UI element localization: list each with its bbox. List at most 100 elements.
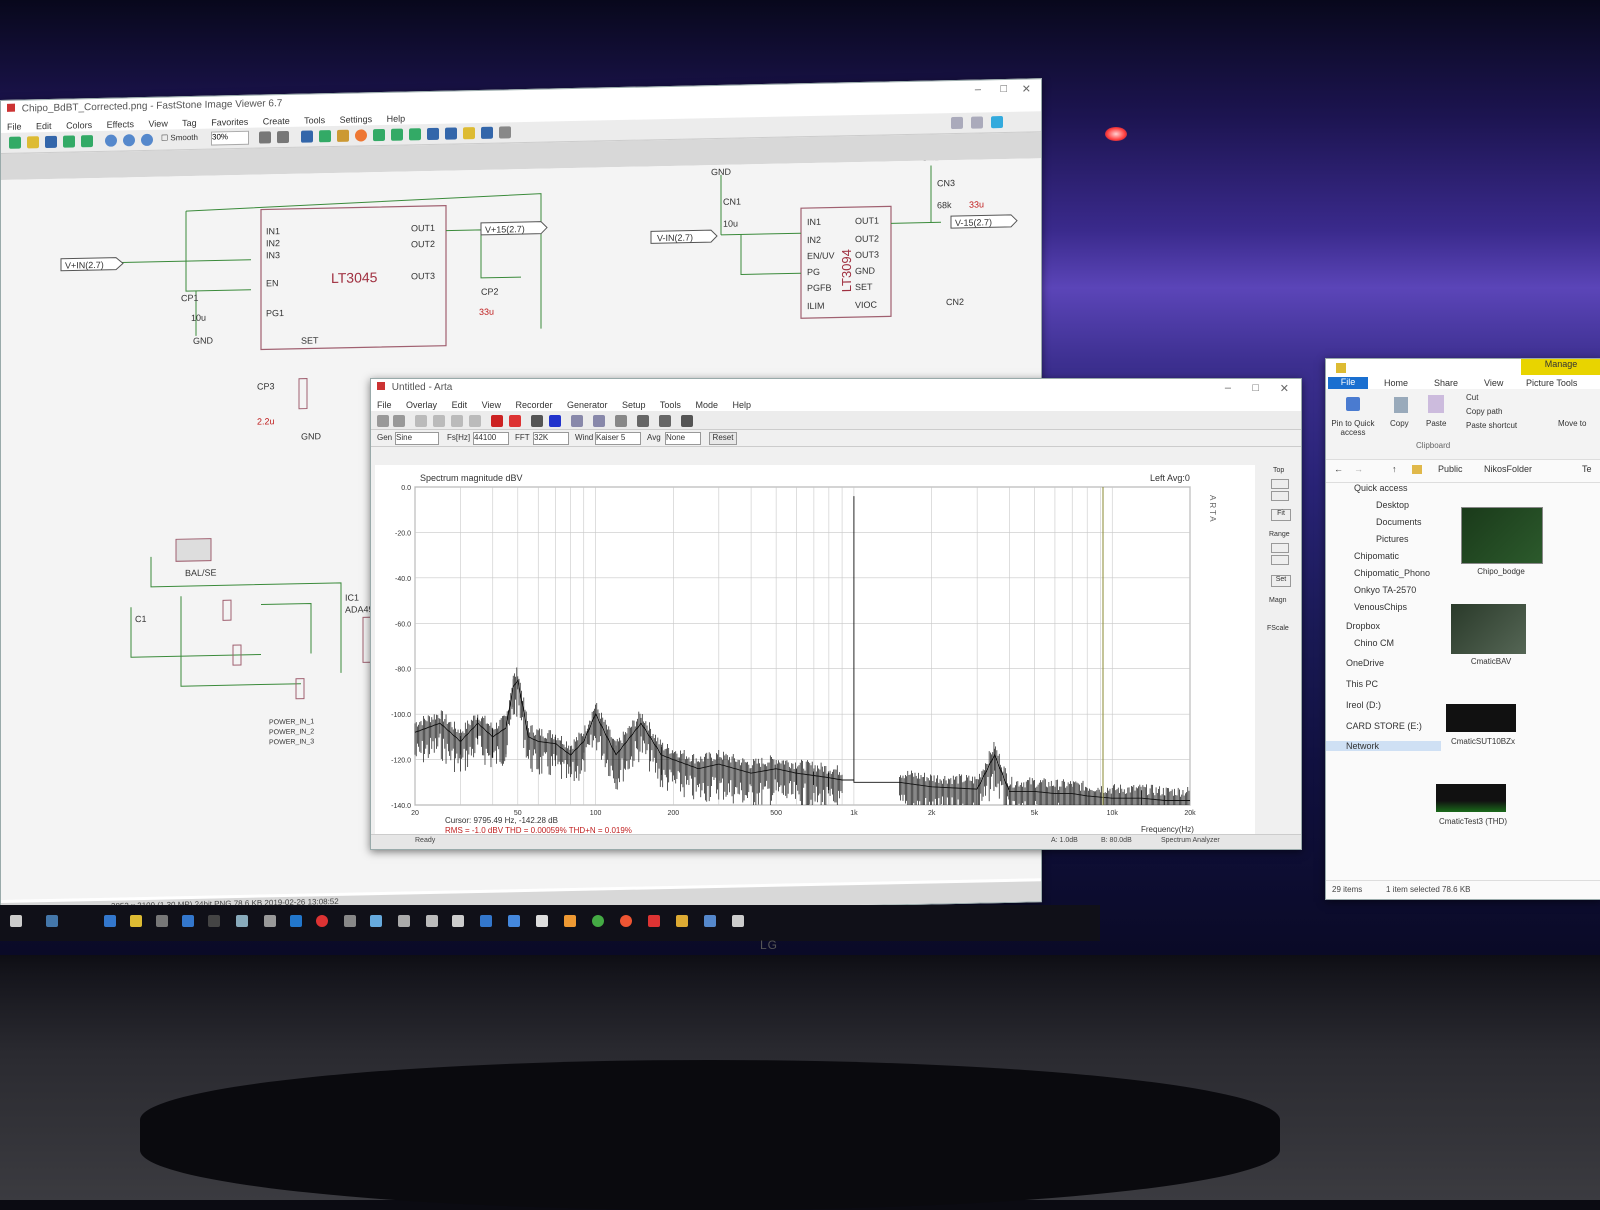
arta-menu-recorder[interactable]: Recorder [515,400,552,410]
stop-blue-icon[interactable] [549,415,561,427]
menu-settings[interactable]: Settings [340,114,373,125]
tab-picture-tools[interactable]: Picture Tools [1526,378,1577,388]
side-range-down[interactable] [1271,555,1289,565]
share-icon[interactable] [391,128,403,141]
prev-icon[interactable] [63,135,75,148]
arta-menu-help[interactable]: Help [732,400,751,410]
breadcrumb-nikosfolder[interactable]: NikosFolder [1484,464,1532,474]
nav-drive-e[interactable]: CARD STORE (E:) [1346,721,1422,731]
thumb-chipo-bodge[interactable] [1461,507,1543,564]
taskbar-app-10-icon[interactable] [426,915,438,927]
breadcrumb-te[interactable]: Te [1582,464,1592,474]
side-fit-button[interactable]: Fit [1271,509,1291,521]
move-to-button[interactable]: Move to [1558,419,1586,428]
close-button[interactable]: ✕ [1022,82,1031,95]
resize-icon[interactable] [319,130,331,143]
menu-help[interactable]: Help [387,114,406,124]
store-taskbar-icon[interactable] [156,915,168,927]
nav-documents[interactable]: Documents [1376,517,1422,527]
task-view-icon[interactable] [46,915,58,927]
mail-taskbar-icon[interactable] [452,915,464,927]
arta-minimize-button[interactable]: – [1225,382,1231,394]
taskbar-app-4-icon[interactable] [264,915,276,927]
taskbar-app-1-icon[interactable] [104,915,116,927]
arta-open-icon[interactable] [377,415,389,427]
thumb-cmatic-sut[interactable] [1446,704,1516,732]
menu-edit[interactable]: Edit [36,121,52,131]
menu-favorites[interactable]: Favorites [211,117,248,128]
reset-button[interactable]: Reset [709,432,737,445]
taskbar-app-2-icon[interactable] [208,915,220,927]
up-arrow-icon[interactable]: ↑ [1392,464,1397,474]
arta-titlebar[interactable]: Untitled - Arta – □ ✕ [371,379,1301,399]
taskbar-app-11-icon[interactable] [480,915,492,927]
nav-dropbox[interactable]: Dropbox [1346,621,1380,631]
nav-this-pc[interactable]: This PC [1346,679,1378,689]
print-icon[interactable] [409,128,421,141]
arta-menu-tools[interactable]: Tools [660,400,681,410]
settings-icon[interactable] [499,126,511,139]
nav-quick-access[interactable]: Quick access [1354,483,1408,493]
tag-icon[interactable] [373,128,385,142]
arta-menu-file[interactable]: File [377,400,392,410]
menu-tag[interactable]: Tag [182,118,197,128]
side-set-button[interactable]: Set [1271,575,1291,587]
quick-access-toolbar-icon[interactable] [1336,363,1346,373]
copy-path-button[interactable]: Copy path [1466,407,1502,416]
fft-select[interactable]: 32K [533,432,569,445]
open-icon[interactable] [9,136,21,149]
taskbar-app-16-icon[interactable] [676,915,688,927]
slideshow-icon[interactable] [427,127,439,141]
effects-icon[interactable] [355,129,367,142]
email-icon[interactable] [463,127,475,140]
arta-f3-icon[interactable] [451,415,463,427]
arta-close-button[interactable]: ✕ [1280,382,1289,395]
crop-icon[interactable] [301,130,313,143]
taskbar-app-13-icon[interactable] [536,915,548,927]
gen-select[interactable]: Sine [395,432,439,445]
nav-desktop[interactable]: Desktop [1376,500,1409,510]
arta-menu-generator[interactable]: Generator [567,400,608,410]
arta-f2-icon[interactable] [433,415,445,427]
taskbar-app-15-icon[interactable] [648,915,660,927]
menu-file[interactable]: File [7,122,22,132]
play-icon[interactable] [531,415,543,427]
taskbar-app-17-icon[interactable] [704,915,716,927]
arta-f1-icon[interactable] [415,415,427,427]
print-chart-icon[interactable] [637,415,649,427]
back-arrow-icon[interactable]: ← [1334,464,1343,474]
menu-create[interactable]: Create [263,116,290,127]
zoom-in-icon[interactable] [105,134,117,147]
side-range-up[interactable] [1271,543,1289,553]
thumb-cmatic-test3[interactable] [1436,784,1506,812]
copy-button[interactable]: Copy [1390,419,1409,428]
settings-chart-icon[interactable] [681,415,693,427]
actual-size-icon[interactable] [141,133,153,147]
menu-tools[interactable]: Tools [304,115,325,125]
maximize-button[interactable]: □ [1000,83,1007,95]
firefox-taskbar-icon[interactable] [620,915,632,927]
arta-menu-overlay[interactable]: Overlay [406,400,437,410]
forward-arrow-icon[interactable]: → [1354,464,1363,474]
taskbar-app-18-icon[interactable] [732,915,744,927]
edge-taskbar-icon[interactable] [182,915,194,927]
taskbar-app-12-icon[interactable] [508,915,520,927]
taskbar-app-9-icon[interactable] [398,915,410,927]
paste-icon[interactable] [1428,395,1444,413]
cut-button[interactable]: Cut [1466,393,1478,402]
scope-icon[interactable] [593,415,605,427]
save-icon[interactable] [45,135,57,149]
side-top-up[interactable] [1271,479,1289,489]
spectrum-chart[interactable]: Spectrum magnitude dBV Left Avg:0 ARTA 0… [375,465,1255,835]
file-explorer-taskbar-icon[interactable] [130,915,142,927]
taskbar-app-8-icon[interactable] [370,915,382,927]
chrome-taskbar-icon[interactable] [592,915,604,927]
browser-view-icon[interactable] [971,116,983,129]
rotate-left-icon[interactable] [259,131,271,144]
taskbar-app-6-icon[interactable] [316,915,328,927]
zoom-select[interactable]: 30% [211,130,249,146]
tab-home[interactable]: Home [1384,378,1408,388]
thumbnail-view-icon[interactable] [951,116,963,130]
compare-icon[interactable] [445,127,457,140]
spectrum-icon[interactable] [571,415,583,427]
